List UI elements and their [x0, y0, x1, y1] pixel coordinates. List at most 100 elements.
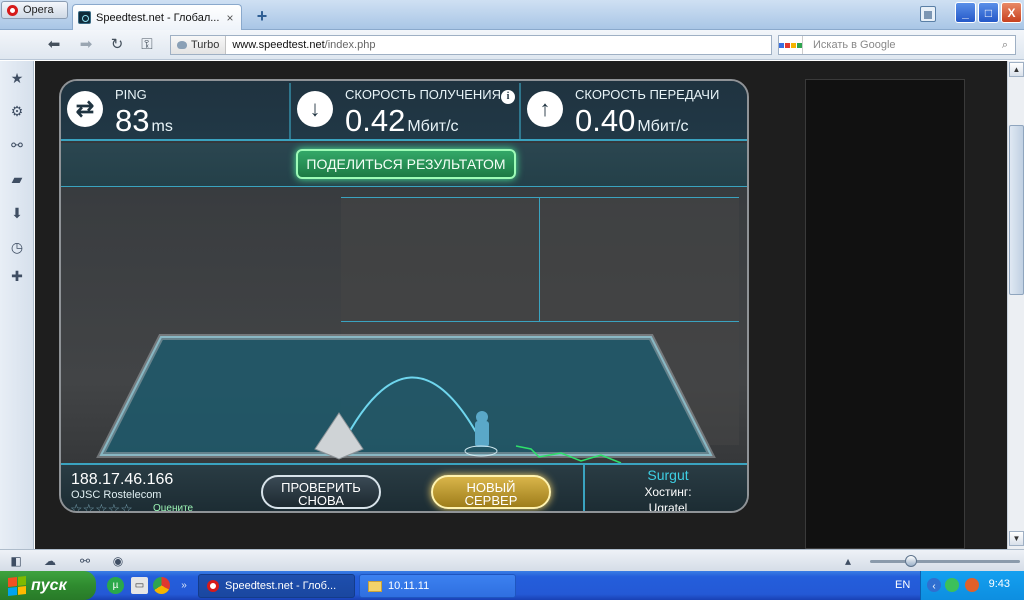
notes-icon[interactable]: ▰: [8, 170, 26, 188]
screen: Opera Speedtest.net - Глобал... × + _ □ …: [0, 0, 1024, 600]
scroll-down-icon[interactable]: ▼: [1009, 531, 1024, 546]
exchange-arrows-icon: ⇄: [67, 91, 103, 127]
test-again-button[interactable]: ПРОВЕРИТЬ СНОВА: [261, 475, 381, 509]
ping-value-line: 83 ms: [115, 103, 173, 139]
tray-arrow-icon[interactable]: ‹: [927, 578, 941, 592]
grid-line: [539, 197, 540, 322]
unite-share-icon[interactable]: ⚯: [8, 136, 26, 154]
turbo-label: Turbo: [191, 39, 220, 51]
address-toolbar: ⬅ ➡ ↻ ⚿ Turbo www.speedtest.net/index.ph…: [0, 30, 1024, 60]
new-server-button[interactable]: НОВЫЙ СЕРВЕР: [431, 475, 551, 509]
hosting-label: Хостинг:: [644, 485, 692, 499]
downloads-icon[interactable]: ⬇: [8, 204, 26, 222]
url-path: /index.php: [324, 39, 376, 51]
turbo-button[interactable]: Turbo: [171, 36, 227, 54]
cloud-icon[interactable]: ☁: [42, 553, 58, 569]
client-ip: 188.17.46.166: [71, 471, 174, 488]
search-field[interactable]: Искать в Google ⌕: [778, 35, 1016, 55]
rating-stars[interactable]: ☆☆☆☆☆: [70, 501, 133, 511]
clock[interactable]: 9:43: [989, 578, 1010, 590]
add-panel-icon[interactable]: ✚: [8, 267, 26, 285]
start-label: пуск: [31, 576, 67, 594]
zoom-slider-track[interactable]: [870, 560, 1020, 563]
upload-result: ↑ СКОРОСТЬ ПЕРЕДАЧИ 0.40 Мбит/с: [521, 81, 747, 141]
download-value-line: 0.42 Мбит/с: [345, 103, 459, 139]
reload-icon[interactable]: ↻: [108, 36, 126, 54]
search-icon[interactable]: ⌕: [995, 39, 1015, 52]
new-tab-button[interactable]: +: [253, 7, 271, 25]
view-menu-icon[interactable]: ▴: [840, 553, 856, 569]
grid-line: [341, 197, 739, 198]
grid-line: [341, 321, 739, 322]
windows-taskbar: пуск µ ▭ » Speedtest.net - Глоб... 10.11…: [0, 571, 1024, 600]
url-text: www.speedtest.net/index.php: [226, 39, 375, 51]
task-folder[interactable]: 10.11.11: [359, 574, 516, 598]
task-folder-label: 10.11.11: [388, 580, 430, 592]
search-placeholder: Искать в Google: [813, 39, 896, 51]
download-unit: Мбит/с: [407, 118, 459, 135]
upload-value: 0.40: [575, 103, 636, 138]
trash-icon[interactable]: [920, 6, 936, 22]
chrome-icon[interactable]: [153, 577, 170, 594]
download-label: СКОРОСТЬ ПОЛУЧЕНИЯ: [345, 87, 502, 102]
speedtest-widget: ⇄ PING 83 ms ↓ СКОРОСТЬ ПОЛУЧЕНИЯ i 0.42 М…: [59, 79, 749, 513]
ping-label: PING: [115, 87, 147, 102]
info-icon[interactable]: i: [501, 90, 515, 104]
scroll-up-icon[interactable]: ▲: [1009, 62, 1024, 77]
opera-menu-button[interactable]: Opera: [1, 1, 68, 19]
hosting-name: Ugratel: [648, 501, 688, 513]
opera-task-icon: [207, 580, 219, 592]
forward-arrow-icon[interactable]: ➡: [77, 36, 95, 54]
ping-result: ⇄ PING 83 ms: [61, 81, 289, 141]
folder-icon: [368, 580, 382, 592]
upload-unit: Мбит/с: [637, 118, 689, 135]
page-content: ⇄ PING 83 ms ↓ СКОРОСТЬ ПОЛУЧЕНИЯ i 0.42 М…: [35, 61, 1007, 549]
download-value: 0.42: [345, 103, 406, 138]
ping-unit: ms: [151, 118, 173, 135]
server-city: Surgut: [647, 467, 689, 483]
arrow-up-icon: ↑: [527, 91, 563, 127]
more-quicklaunch-icon[interactable]: »: [179, 577, 189, 594]
bookmarks-star-icon[interactable]: ★: [8, 69, 26, 87]
scroll-thumb[interactable]: [1009, 125, 1024, 295]
tab-title: Speedtest.net - Глобал...: [96, 11, 219, 24]
key-icon[interactable]: ⚿: [138, 36, 156, 54]
upload-label: СКОРОСТЬ ПЕРЕДАЧИ: [575, 87, 720, 102]
history-clock-icon[interactable]: ◷: [8, 238, 26, 256]
new-server-line2: СЕРВЕР: [464, 493, 518, 508]
network-icon[interactable]: [945, 578, 959, 592]
tray-app-icon[interactable]: [965, 578, 979, 592]
speedtest-favicon-icon: [78, 11, 91, 24]
page-scrollbar[interactable]: ▲ ▼: [1007, 61, 1024, 549]
download-result: ↓ СКОРОСТЬ ПОЛУЧЕНИЯ i 0.42 Мбит/с: [291, 81, 519, 141]
url-domain: www.speedtest.net: [232, 39, 325, 51]
task-opera[interactable]: Speedtest.net - Глоб...: [198, 574, 355, 598]
results-header: ⇄ PING 83 ms ↓ СКОРОСТЬ ПОЛУЧЕНИЯ i 0.42 М…: [61, 81, 747, 141]
minimize-button[interactable]: _: [955, 2, 976, 23]
start-button[interactable]: пуск: [0, 571, 96, 600]
url-field[interactable]: Turbo www.speedtest.net/index.php: [170, 35, 772, 55]
desktop-icon[interactable]: ▭: [131, 577, 148, 594]
turbo-status-icon[interactable]: ◉: [110, 553, 126, 569]
rate-label[interactable]: Оцените: [153, 503, 193, 511]
tab-close-icon[interactable]: ×: [224, 11, 236, 25]
upload-value-line: 0.40 Мбит/с: [575, 103, 689, 139]
opera-logo-icon: [7, 4, 18, 16]
tab-speedtest[interactable]: Speedtest.net - Глобал... ×: [72, 4, 242, 30]
share-result-button[interactable]: ПОДЕЛИТЬСЯ РЕЗУЛЬТАТОМ: [296, 149, 516, 179]
back-arrow-icon[interactable]: ⬅: [45, 36, 63, 54]
client-isp: OJSC Rostelecom: [71, 489, 162, 501]
google-icon[interactable]: [779, 36, 803, 54]
browser-status-bar: ◧ ☁ ⚯ ◉ ▴: [0, 549, 1024, 571]
panel-toggle-icon[interactable]: ◧: [8, 553, 24, 569]
widgets-gear-icon[interactable]: ⚙: [8, 102, 26, 120]
unite-icon[interactable]: ⚯: [77, 553, 93, 569]
zoom-slider-knob[interactable]: [905, 555, 917, 567]
close-window-button[interactable]: X: [1001, 2, 1022, 23]
utorrent-icon[interactable]: µ: [107, 577, 124, 594]
ping-value: 83: [115, 103, 150, 138]
opera-menu-label: Opera: [23, 4, 54, 16]
maximize-button[interactable]: □: [978, 2, 999, 23]
turbo-icon: [177, 41, 187, 49]
language-indicator[interactable]: EN: [895, 579, 910, 591]
